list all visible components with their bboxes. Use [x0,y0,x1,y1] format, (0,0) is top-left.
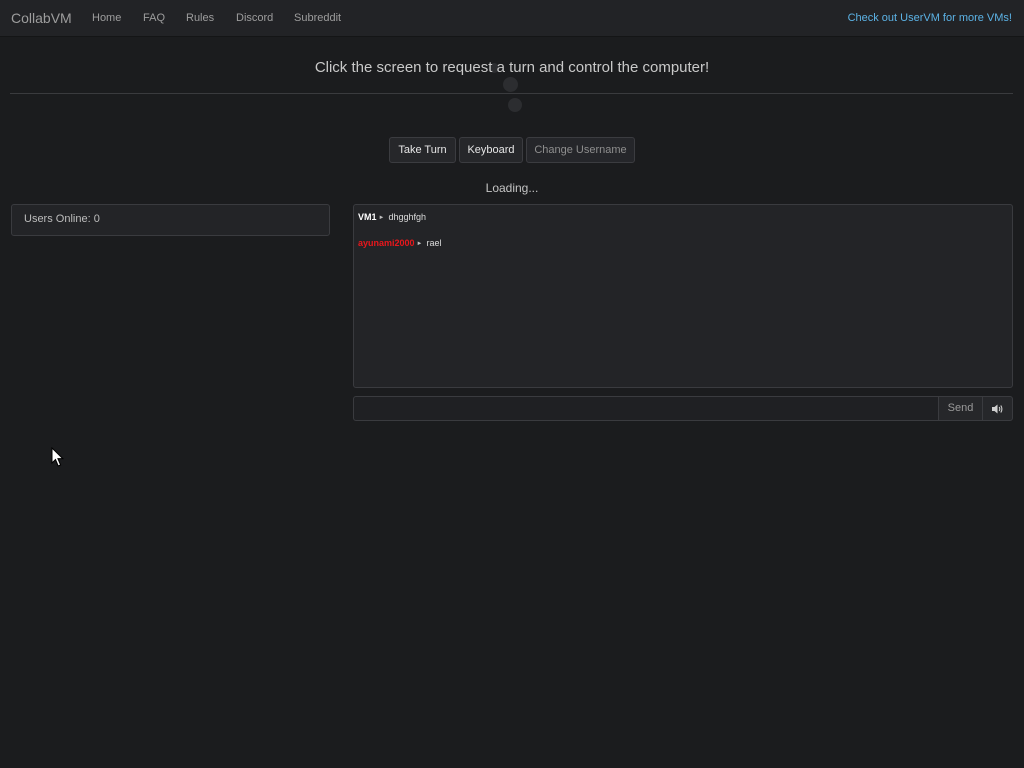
loading-status: Loading... [485,181,539,195]
chat-username: VM1 [358,212,377,222]
vm-instruction-text[interactable]: Click the screen to request a turn and c… [0,59,1024,76]
chat-log[interactable]: VM1 ► dhgghfgh ayunami2000 ► rael [353,204,1013,388]
mouse-cursor-icon [51,447,65,467]
promo-link[interactable]: Check out UserVM for more VMs! [848,12,1012,24]
chat-arrow-icon: ► [378,215,385,221]
chat-message: ayunami2000 ► rael [358,238,442,248]
chat-username: ayunami2000 [358,238,415,248]
sound-toggle-button[interactable] [982,396,1013,421]
keyboard-button[interactable]: Keyboard [459,137,523,163]
chat-arrow-icon: ► [416,241,423,247]
take-turn-button[interactable]: Take Turn [389,137,456,163]
brand-logo[interactable]: CollabVM [11,10,72,26]
volume-icon [992,404,1003,414]
users-online-panel: Users Online: 0 [11,204,330,236]
users-online-count: Users Online: 0 [24,213,100,225]
change-username-button[interactable]: Change Username [526,137,635,163]
spinner-dot [508,98,522,112]
spinner-dot [503,77,518,92]
nav-discord-link[interactable]: Discord [236,12,273,24]
nav-faq-link[interactable]: FAQ [143,12,165,24]
chat-text: rael [426,238,442,248]
nav-rules-link[interactable]: Rules [186,12,214,24]
chat-message: VM1 ► dhgghfgh [358,212,426,222]
chat-text: dhgghfgh [388,212,427,222]
nav-home-link[interactable]: Home [92,12,121,24]
divider [10,93,1013,94]
navbar: CollabVM Home FAQ Rules Discord Subreddi… [0,0,1024,37]
send-button[interactable]: Send [938,396,983,421]
nav-subreddit-link[interactable]: Subreddit [294,12,341,24]
chat-input[interactable] [353,396,939,421]
